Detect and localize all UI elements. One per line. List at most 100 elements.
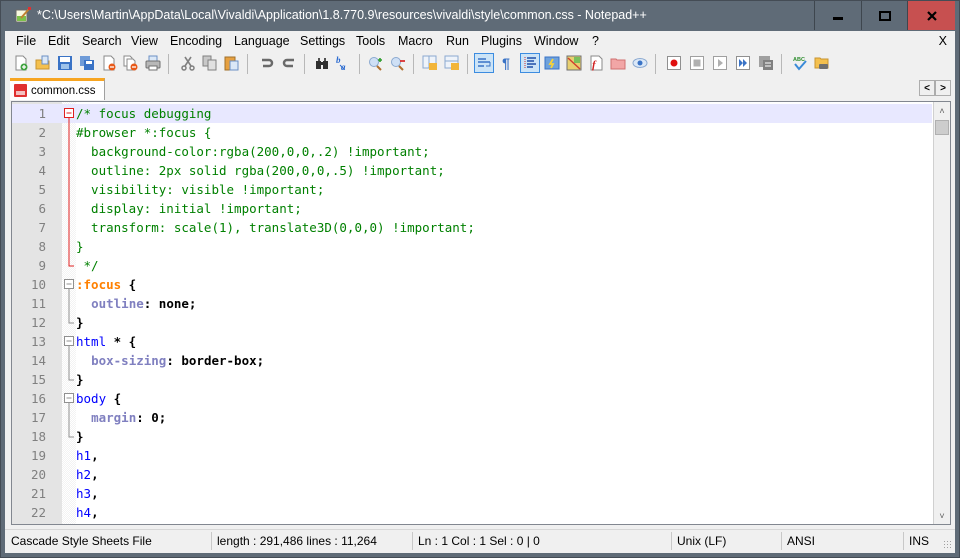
scissors-icon: [181, 56, 195, 71]
code-line[interactable]: 11 outline: none;: [31, 294, 932, 313]
open-file-button[interactable]: [34, 54, 52, 72]
plugin-button[interactable]: [813, 54, 831, 72]
resize-grip[interactable]: [943, 540, 953, 550]
menu-macro[interactable]: Macro: [398, 34, 433, 48]
scrollbar-thumb[interactable]: [935, 120, 949, 135]
code-line[interactable]: 1 /* focus debugging: [12, 104, 932, 123]
playback-macro-button[interactable]: [711, 54, 729, 72]
code-line[interactable]: 7 transform: scale(1), translate3D(0,0,0…: [38, 218, 932, 237]
tab-common-css[interactable]: common.css: [10, 78, 105, 100]
code-line[interactable]: 6 display: initial !important;: [38, 199, 932, 218]
print-button[interactable]: [144, 54, 162, 72]
folder-as-workspace-button[interactable]: [609, 54, 627, 72]
replace-button[interactable]: ba: [335, 54, 353, 72]
code-editor[interactable]: 1 /* focus debugging 2 #browser *:focus {3 …: [11, 101, 951, 525]
menu-language[interactable]: Language: [234, 34, 290, 48]
menu-run[interactable]: Run: [446, 34, 469, 48]
save-all-button[interactable]: [78, 54, 96, 72]
code-line[interactable]: 21 h3,: [31, 484, 932, 503]
menu-settings[interactable]: Settings: [300, 34, 345, 48]
stop-recording-button[interactable]: [688, 54, 706, 72]
minimize-button[interactable]: [814, 1, 861, 30]
code-line[interactable]: 12}: [31, 313, 932, 332]
record-macro-button[interactable]: [665, 54, 683, 72]
code-line[interactable]: 8}: [38, 237, 932, 256]
code-line[interactable]: 15}: [31, 370, 932, 389]
tab-scroll-left-button[interactable]: <: [919, 80, 935, 96]
code-token: }: [76, 315, 84, 330]
code-line[interactable]: 2 #browser *:focus {: [38, 123, 932, 142]
find-button[interactable]: [313, 54, 331, 72]
code-line[interactable]: 19 h1,: [31, 446, 932, 465]
code-line[interactable]: 16 body {: [31, 389, 932, 408]
status-divider: [903, 532, 904, 550]
close-all-button[interactable]: [122, 54, 140, 72]
copy-button[interactable]: [201, 54, 219, 72]
code-line[interactable]: 22 h4,: [31, 503, 932, 522]
menu-tools[interactable]: Tools: [356, 34, 385, 48]
fold-toggle-icon[interactable]: [63, 332, 75, 351]
code-line[interactable]: 14 box-sizing: border-box;: [31, 351, 932, 370]
code-line[interactable]: 18}: [31, 427, 932, 446]
zoom-out-button[interactable]: [389, 54, 407, 72]
menu-file[interactable]: File: [16, 34, 36, 48]
undo-button[interactable]: [258, 54, 276, 72]
title-bar[interactable]: *C:\Users\Martin\AppData\Local\Vivaldi\A…: [1, 1, 959, 31]
unsaved-file-icon: [14, 84, 27, 97]
menu-help[interactable]: ?: [592, 34, 599, 48]
new-file-button[interactable]: [12, 54, 30, 72]
menu-window[interactable]: Window: [534, 34, 578, 48]
code-token: */: [76, 258, 99, 273]
fold-line-icon: [63, 351, 75, 370]
client-area: File Edit Search View Encoding Language …: [5, 31, 955, 553]
code-area[interactable]: 1 /* focus debugging 2 #browser *:focus {3 …: [12, 104, 932, 522]
code-line[interactable]: 4 outline: 2px solid rgba(200,0,0,.5) !i…: [38, 161, 932, 180]
close-document-button[interactable]: X: [939, 34, 947, 48]
close-button[interactable]: [907, 1, 955, 30]
show-all-characters-button[interactable]: ¶: [497, 54, 515, 72]
code-line[interactable]: 17 margin: 0;: [31, 408, 932, 427]
menu-view[interactable]: View: [131, 34, 158, 48]
menu-edit[interactable]: Edit: [48, 34, 70, 48]
menu-plugins[interactable]: Plugins: [481, 34, 522, 48]
code-token: h1: [76, 448, 92, 463]
scroll-down-button[interactable]: ˅: [934, 507, 950, 524]
paste-button[interactable]: [223, 54, 241, 72]
cut-button[interactable]: [179, 54, 197, 72]
save-macro-button[interactable]: [757, 54, 775, 72]
menu-search[interactable]: Search: [82, 34, 122, 48]
fold-toggle-icon[interactable]: [63, 104, 75, 123]
word-wrap-button[interactable]: [474, 53, 494, 73]
scroll-up-button[interactable]: ˄: [934, 102, 950, 119]
menu-encoding[interactable]: Encoding: [170, 34, 222, 48]
function-list-button[interactable]: f: [587, 54, 605, 72]
run-macro-multiple-button[interactable]: [734, 54, 752, 72]
save-button[interactable]: [56, 54, 74, 72]
indent-guide-button[interactable]: [520, 53, 540, 73]
code-line[interactable]: 5 visibility: visible !important;: [38, 180, 932, 199]
close-all-icon: [123, 55, 138, 71]
user-defined-language-button[interactable]: [543, 54, 561, 72]
code-line[interactable]: 9 */: [38, 256, 932, 275]
tab-scroll-right-button[interactable]: >: [935, 80, 951, 96]
fold-toggle-icon[interactable]: [63, 389, 75, 408]
zoom-in-button[interactable]: [367, 54, 385, 72]
close-file-button[interactable]: [100, 54, 118, 72]
redo-button[interactable]: [280, 54, 298, 72]
code-line[interactable]: 10:focus {: [31, 275, 932, 294]
code-line[interactable]: 3 background-color:rgba(200,0,0,.2) !imp…: [38, 142, 932, 161]
fold-line-icon: [63, 427, 75, 446]
code-line[interactable]: 13 html * {: [31, 332, 932, 351]
fold-toggle-icon[interactable]: [63, 275, 75, 294]
maximize-button[interactable]: [861, 1, 908, 30]
sync-vertical-button[interactable]: [421, 54, 439, 72]
document-map-button[interactable]: [565, 54, 583, 72]
status-bar: Cascade Style Sheets File length : 291,4…: [5, 529, 955, 552]
vertical-scrollbar[interactable]: ˄ ˅: [933, 102, 950, 524]
code-line[interactable]: 20 h2,: [31, 465, 932, 484]
spell-check-button[interactable]: ABC: [791, 54, 809, 72]
fold-line-icon: [63, 199, 75, 218]
monitoring-button[interactable]: [631, 54, 649, 72]
sync-horizontal-button[interactable]: [443, 54, 461, 72]
